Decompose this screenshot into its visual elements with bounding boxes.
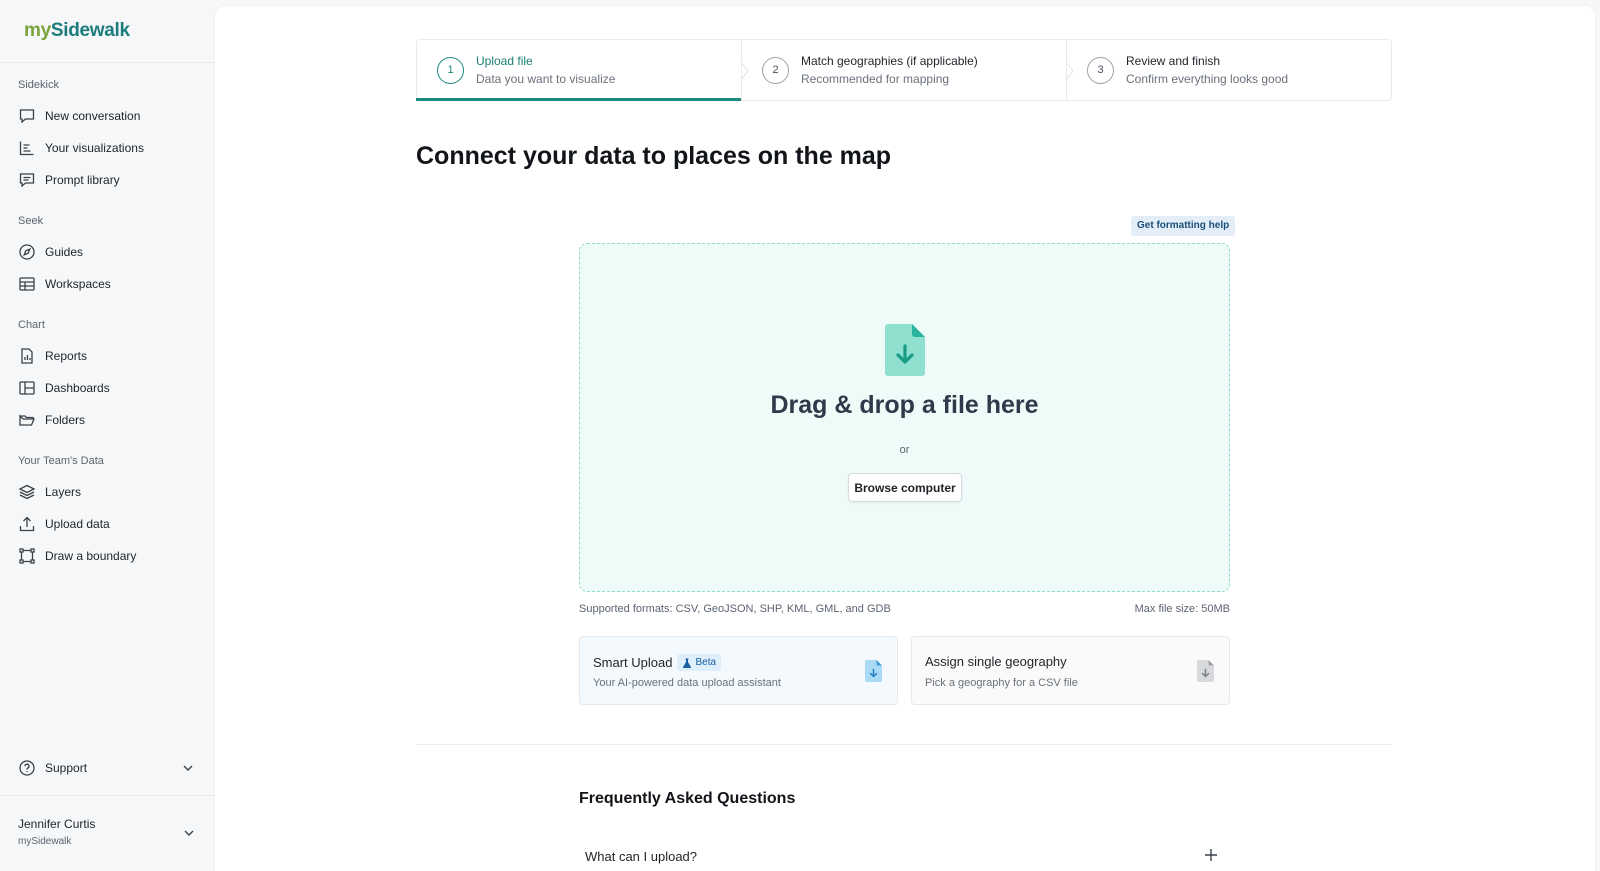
faq-question[interactable]: What can I upload? [585,849,1215,864]
sidebar-item-dashboards[interactable]: Dashboards [0,372,215,404]
section-label-seek: Seek [18,215,44,227]
beta-badge: Beta [677,654,722,671]
upload-icon [19,516,35,532]
formatting-help-button[interactable]: Get formatting help [1131,216,1236,236]
logo[interactable]: mySidewalk [24,20,130,42]
support-menu[interactable]: Support [0,752,215,784]
file-dropzone[interactable]: Drag & drop a file here or Browse comput… [579,243,1230,592]
main-panel: 1 Upload file Data you want to visualize… [215,6,1595,871]
divider [416,744,1392,745]
user-menu[interactable]: Jennifer Curtis mySidewalk [18,817,198,847]
chevron-down-icon [183,765,193,771]
supported-formats: Supported formats: CSV, GeoJSON, SHP, KM… [579,603,891,615]
faq-title: Frequently Asked Questions [579,790,796,807]
step-match-geographies[interactable]: 2 Match geographies (if applicable) Reco… [741,40,1074,100]
sidebar-item-reports[interactable]: Reports [0,340,215,372]
sidebar-item-layers[interactable]: Layers [0,476,215,508]
step-number: 1 [437,56,464,84]
step-subtitle: Recommended for mapping [801,72,950,86]
step-title: Upload file [476,54,533,68]
step-review-finish[interactable]: 3 Review and finish Confirm everything l… [1066,40,1391,100]
sidebar-item-folders[interactable]: Folders [0,404,215,436]
dashboard-icon [19,381,35,395]
divider [0,62,215,63]
sidebar-item-your-visualizations[interactable]: Your visualizations [0,132,215,164]
support-label: Support [45,761,88,775]
file-download-icon [885,324,925,376]
smart-upload-card[interactable]: Smart Upload Beta Your AI-powered data u… [579,636,898,705]
card-title: Assign single geography [925,654,1067,669]
section-label-team-data: Your Team's Data [18,455,104,467]
chevron-down-icon [184,830,194,836]
sidebar-item-new-conversation[interactable]: New conversation [0,100,215,132]
layers-icon [18,484,36,500]
step-upload-file[interactable]: 1 Upload file Data you want to visualize [416,40,749,101]
compass-icon [19,244,35,260]
step-title: Review and finish [1126,54,1221,68]
user-org: mySidewalk [18,836,72,847]
file-download-icon [1197,660,1214,682]
chat-icon [19,109,35,124]
card-subtitle: Pick a geography for a CSV file [925,677,1078,689]
user-name: Jennifer Curtis [18,817,96,831]
table-grid-icon [19,277,35,291]
dropzone-or: or [899,444,910,456]
sidebar-item-prompt-library[interactable]: Prompt library [0,164,215,196]
bar-list-icon [19,141,34,156]
file-download-icon [865,660,882,682]
section-label-chart: Chart [18,319,45,331]
assign-geography-card[interactable]: Assign single geography Pick a geography… [911,636,1230,705]
step-number: 3 [1087,56,1114,84]
divider [0,795,215,796]
folder-open-icon [19,414,35,426]
sidebar-item-guides[interactable]: Guides [0,236,215,268]
browse-computer-button[interactable]: Browse computer [848,473,962,502]
sidebar-item-workspaces[interactable]: Workspaces [0,268,215,300]
report-icon [21,348,33,364]
page-title: Connect your data to places on the map [416,142,892,170]
step-subtitle: Data you want to visualize [476,72,616,86]
upload-stepper: 1 Upload file Data you want to visualize… [416,39,1392,101]
plus-icon[interactable] [1203,847,1219,863]
help-circle-icon [19,760,35,776]
max-file-size: Max file size: 50MB [1134,603,1230,615]
card-subtitle: Your AI-powered data upload assistant [593,677,781,689]
step-title: Match geographies (if applicable) [801,54,978,68]
message-lines-icon [19,173,35,188]
flask-icon [683,658,692,668]
step-number: 2 [762,56,789,84]
sidebar: mySidewalk Sidekick New conversation You… [0,0,215,871]
step-subtitle: Confirm everything looks good [1126,72,1289,86]
sidebar-nav: Sidekick New conversation Your visualiza… [0,78,215,572]
section-label-sidekick: Sidekick [18,79,59,91]
boundary-icon [19,548,35,564]
sidebar-item-draw-boundary[interactable]: Draw a boundary [0,540,215,572]
sidebar-item-upload-data[interactable]: Upload data [0,508,215,540]
card-title: Smart Upload Beta [593,654,722,671]
dropzone-title: Drag & drop a file here [770,391,1039,419]
